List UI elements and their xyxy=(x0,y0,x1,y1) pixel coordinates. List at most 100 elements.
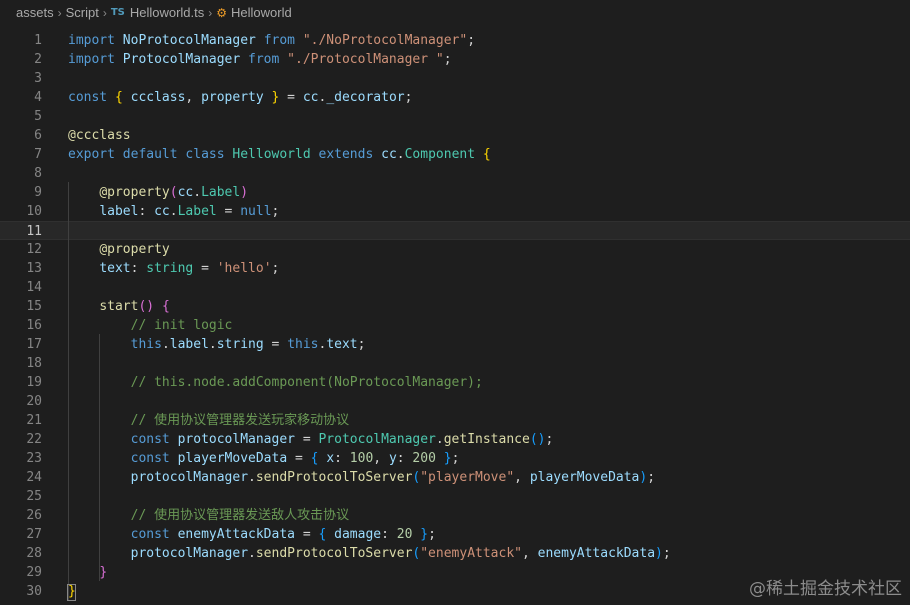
code-token: sendProtocolToServer xyxy=(255,470,413,485)
code-token: ; xyxy=(428,527,436,542)
code-token: protocolManager xyxy=(130,470,249,485)
line-code: label: cc.Label = null; xyxy=(68,202,279,221)
code-token: import xyxy=(68,52,115,67)
code-line[interactable]: 7 export default class Helloworld extends… xyxy=(0,145,910,164)
code-token: : xyxy=(334,451,350,466)
code-token: ; xyxy=(443,52,452,67)
code-line[interactable]: 10 label: cc.Label = null; xyxy=(0,202,910,221)
code-line[interactable]: 21 // 使用协议管理器发送玩家移动协议 xyxy=(0,411,910,430)
code-token: = xyxy=(295,432,319,447)
code-line[interactable]: 5 xyxy=(0,107,910,126)
line-number: 2 xyxy=(34,52,42,67)
code-token: 'hello' xyxy=(216,261,272,276)
code-token: const xyxy=(130,451,170,466)
code-token: ; xyxy=(271,261,280,276)
code-line[interactable]: 13 text: string = 'hello'; xyxy=(0,259,910,278)
code-token: @property xyxy=(99,242,170,257)
code-token: . xyxy=(248,546,256,561)
code-line[interactable]: 16 // init logic xyxy=(0,316,910,335)
code-line[interactable]: 2 import ProtocolManager from "./Protocol… xyxy=(0,50,910,69)
code-token: Label xyxy=(201,185,241,200)
code-token: Helloworld xyxy=(232,147,311,162)
code-token: protocolManager xyxy=(177,432,295,447)
breadcrumb-file[interactable]: Helloworld.ts xyxy=(130,5,204,20)
line-number: 4 xyxy=(34,90,42,105)
code-token: @property xyxy=(99,185,170,200)
code-token: string xyxy=(146,261,194,276)
code-token: text xyxy=(326,337,358,352)
line-code: @property(cc.Label) xyxy=(68,183,248,202)
line-number: 17 xyxy=(26,337,42,352)
line-code: protocolManager.sendProtocolToServer("pl… xyxy=(68,468,655,487)
code-line[interactable]: 20 xyxy=(0,392,910,411)
code-token: cc xyxy=(302,90,319,105)
code-token: 100 xyxy=(349,451,374,466)
code-token: , xyxy=(521,546,538,561)
code-token: . xyxy=(161,337,170,352)
code-line[interactable]: 26 // 使用协议管理器发送敌人攻击协议 xyxy=(0,506,910,525)
code-line[interactable]: 18 xyxy=(0,354,910,373)
code-line[interactable]: 3 xyxy=(0,69,910,88)
line-code: export default class Helloworld extends … xyxy=(68,145,491,164)
line-number: 13 xyxy=(26,261,42,276)
code-token: "./ProtocolManager " xyxy=(287,52,444,67)
line-code: const protocolManager = ProtocolManager.… xyxy=(68,430,554,449)
chevron-right-icon: › xyxy=(57,5,62,20)
code-token: null xyxy=(240,204,272,219)
code-line[interactable]: 25 xyxy=(0,487,910,506)
indent-guide xyxy=(99,334,100,581)
watermark: @稀土掘金技术社区 xyxy=(749,579,902,599)
breadcrumb-folder-assets[interactable]: assets xyxy=(16,5,54,20)
breadcrumb-folder-script[interactable]: Script xyxy=(66,5,99,20)
line-number: 6 xyxy=(34,128,42,143)
code-token: () xyxy=(529,432,546,447)
code-token: label xyxy=(169,337,209,352)
code-token: NoProtocolManager xyxy=(122,33,256,48)
line-code: text: string = 'hello'; xyxy=(68,259,279,278)
code-line[interactable]: 12 @property xyxy=(0,240,910,259)
code-line[interactable]: 23 const playerMoveData = { x: 100, y: 2… xyxy=(0,449,910,468)
code-line[interactable]: 1 import NoProtocolManager from "./NoProt… xyxy=(0,31,910,50)
code-token: enemyAttackData xyxy=(177,527,295,542)
chevron-right-icon: › xyxy=(102,5,107,20)
code-token: ProtocolManager xyxy=(318,432,436,447)
code-line[interactable]: 19 // this.node.addComponent(NoProtocolM… xyxy=(0,373,910,392)
code-line[interactable]: 17 this.label.string = this.text; xyxy=(0,335,910,354)
code-line[interactable]: 9 @property(cc.Label) xyxy=(0,183,910,202)
code-line[interactable]: 24 protocolManager.sendProtocolToServer(… xyxy=(0,468,910,487)
code-token: ProtocolManager xyxy=(122,52,241,67)
line-code: import ProtocolManager from "./ProtocolM… xyxy=(68,50,452,69)
code-line[interactable]: 6 @ccclass xyxy=(0,126,910,145)
code-line[interactable]: 11 xyxy=(0,221,910,240)
code-line[interactable]: 27 const enemyAttackData = { damage: 20 … xyxy=(0,525,910,544)
breadcrumb-symbol[interactable]: Helloworld xyxy=(231,5,292,20)
code-token: . xyxy=(396,147,405,162)
code-line[interactable]: 22 const protocolManager = ProtocolManag… xyxy=(0,430,910,449)
code-editor[interactable]: 30} 29 } 28 protocolManager.sendProtocolTo… xyxy=(0,30,910,605)
code-line[interactable]: 4 const { ccclass, property } = cc._decor… xyxy=(0,88,910,107)
typescript-file-icon: TS xyxy=(110,7,125,18)
code-token: = xyxy=(295,527,319,542)
code-line[interactable]: 28 protocolManager.sendProtocolToServer(… xyxy=(0,544,910,563)
code-token: , xyxy=(373,451,389,466)
code-token: , xyxy=(514,470,530,485)
code-token: ; xyxy=(647,470,656,485)
line-number: 20 xyxy=(26,394,42,409)
code-line[interactable]: 15 start() { xyxy=(0,297,910,316)
code-line[interactable]: 14 xyxy=(0,278,910,297)
code-token: . xyxy=(435,432,444,447)
code-token: } xyxy=(443,451,452,466)
code-token: sendProtocolToServer xyxy=(255,546,413,561)
line-number: 5 xyxy=(34,109,42,124)
code-token: const xyxy=(130,527,170,542)
code-line[interactable]: 8 xyxy=(0,164,910,183)
